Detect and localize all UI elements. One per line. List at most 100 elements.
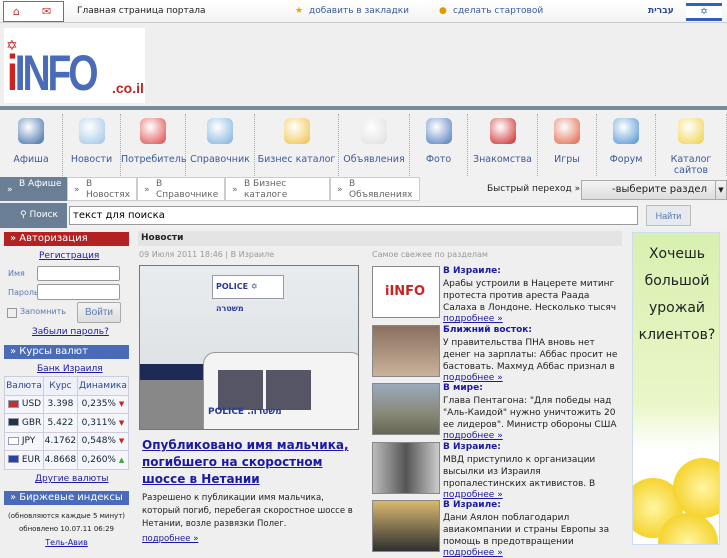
more-link[interactable]: подробнее » xyxy=(443,548,503,558)
israel-flag-icon[interactable]: ✡ xyxy=(686,3,722,21)
tel-aviv-link[interactable]: Тель-Авив xyxy=(4,538,129,547)
quick-nav-label: Быстрый переход » xyxy=(487,184,581,194)
nav-icon xyxy=(283,118,310,144)
news-category[interactable]: Ближний восток: xyxy=(443,325,532,335)
nav-icon xyxy=(361,118,387,144)
hebrew-link[interactable]: עברית xyxy=(648,6,674,16)
auth-header: » Авторизация xyxy=(4,232,129,246)
news-category[interactable]: В Израиле: xyxy=(443,442,501,452)
nav-item[interactable]: Каталог сайтов xyxy=(656,114,727,180)
down-arrow-icon: ▼ xyxy=(118,400,125,409)
news-text: МВД приступило к организации высылки из … xyxy=(443,454,596,489)
more-link[interactable]: подробнее » xyxy=(443,490,503,500)
news-thumbnail[interactable] xyxy=(372,324,440,377)
tab-classifieds[interactable]: » В Объявлениях xyxy=(330,177,420,201)
bank-israel-link[interactable]: Банк Израиля xyxy=(37,364,103,374)
nav-icon xyxy=(489,118,516,144)
news-text: Дани Аялон поблагодарил авиакомпании и с… xyxy=(443,513,610,547)
tab-afisha[interactable]: » В Афише xyxy=(0,177,67,201)
currency-row: JPY 4.1762 0,548% ▼ xyxy=(4,431,130,451)
nav-label: Потребитель xyxy=(121,154,187,165)
nav-label: Каталог сайтов xyxy=(670,154,712,176)
news-list-item: iINFO В Израиле: Арабы устроили в Нацерете… xyxy=(372,266,622,324)
news-summary: Разрешено к публикации имя мальчика, кот… xyxy=(142,493,353,529)
search-bar: ⚲ Поиск Найти xyxy=(0,203,727,228)
bookmark-link[interactable]: добавить в закладки xyxy=(309,6,409,16)
section-select-value: -выберите раздел xyxy=(612,184,707,195)
top-bar: ⌂ ✉ Главная страница портала ★ добавить … xyxy=(0,0,727,23)
nav-item[interactable]: Знакомства xyxy=(468,114,538,180)
news-list-item: Ближний восток: У правительства ПНА вновь… xyxy=(372,324,622,383)
flag-icon xyxy=(8,455,19,464)
name-input[interactable] xyxy=(37,266,120,281)
search-icon: ⚲ xyxy=(20,210,27,220)
news-meta: 09 Июля 2011 18:46 | В Израиле xyxy=(139,250,275,259)
nav-item[interactable]: Объявления xyxy=(339,114,410,180)
nav-item[interactable]: Бизнес каталог xyxy=(255,114,339,180)
register-link[interactable]: Регистрация xyxy=(39,251,99,261)
tab-news[interactable]: » В Новостях xyxy=(67,177,137,201)
logo-suffix: .co.il xyxy=(112,80,144,96)
indices-note: (обновляются каждые 5 минут) xyxy=(7,512,125,520)
nav-item[interactable]: Афиша xyxy=(0,114,63,180)
ad-text: Хочешь большой урожай клиентов? xyxy=(638,246,716,343)
section-select[interactable]: -выберите раздел ▼ xyxy=(581,180,727,200)
search-input[interactable] xyxy=(69,206,638,225)
nav-item[interactable]: Форум xyxy=(597,114,656,180)
flag-icon xyxy=(8,436,19,445)
nav-item[interactable]: Потребитель xyxy=(121,114,186,180)
more-link[interactable]: подробнее » xyxy=(443,314,503,324)
tab-directory[interactable]: » В Справочнике xyxy=(137,177,225,201)
home-icon[interactable]: ⌂ xyxy=(13,5,20,18)
tab-business-catalog[interactable]: » В Бизнес каталоге xyxy=(225,177,330,201)
nav-icon xyxy=(78,118,105,144)
currency-row: GBR 5.422 0,311% ▼ xyxy=(4,413,130,433)
nav-label: Объявления xyxy=(343,154,405,165)
nav-item[interactable]: Справочник xyxy=(186,114,255,180)
remember-checkbox[interactable] xyxy=(7,308,17,318)
news-category[interactable]: В мире: xyxy=(443,383,483,393)
news-thumbnail[interactable] xyxy=(372,500,440,552)
nav-label: Игры xyxy=(554,154,580,165)
nav-icon xyxy=(425,118,452,144)
search-label: Поиск xyxy=(29,210,58,220)
search-button[interactable]: Найти xyxy=(646,205,691,226)
nav-item[interactable]: Игры xyxy=(538,114,597,180)
more-link[interactable]: подробнее » xyxy=(443,431,503,441)
password-input[interactable] xyxy=(37,284,120,300)
news-thumbnail[interactable]: iINFO xyxy=(372,266,440,318)
news-thumbnail[interactable] xyxy=(372,441,440,494)
more-link[interactable]: подробнее » xyxy=(443,373,503,383)
currency-header: » Курсы валют xyxy=(4,345,129,359)
flag-icon xyxy=(8,418,19,427)
password-label: Пароль xyxy=(8,288,39,297)
nav-item[interactable]: Фото xyxy=(410,114,468,180)
forgot-password-link[interactable]: Забыли пароль? xyxy=(32,327,109,337)
start-page-link[interactable]: сделать стартовой xyxy=(453,6,543,16)
ad-banner[interactable]: Хочешь большой урожай клиентов? xyxy=(632,232,720,545)
nav-item[interactable]: Новости xyxy=(63,114,121,180)
col-header: Валюта xyxy=(4,376,44,396)
news-category[interactable]: В Израиле: xyxy=(443,266,501,276)
news-list-item: В Израиле: МВД приступило к организации в… xyxy=(372,441,622,500)
nav-icon xyxy=(678,118,704,144)
col-header: Динамика xyxy=(76,376,130,396)
home-page-link[interactable]: Главная страница портала xyxy=(77,6,206,16)
login-button[interactable]: Войти xyxy=(77,302,121,323)
indices-header: » Биржевые индексы xyxy=(4,491,129,505)
nav-label: Афиша xyxy=(13,154,49,165)
news-list-item: В Израиле: Дани Аялон поблагодарил авиако… xyxy=(372,500,622,558)
mail-icon[interactable]: ✉ xyxy=(42,5,51,18)
search-label-box: ⚲ Поиск xyxy=(0,203,67,228)
headline-link[interactable]: Опубликовано имя мальчика, погибшего на … xyxy=(142,437,357,488)
logo[interactable]: ✡ iINFO .co.il xyxy=(4,28,145,103)
star-icon: ★ xyxy=(295,6,304,16)
news-category[interactable]: В Израиле: xyxy=(443,500,501,510)
nav-icon xyxy=(554,118,580,144)
news-text: Глава Пентагона: "Для победы над "Аль-Ка… xyxy=(443,396,617,430)
nav-icon xyxy=(18,118,44,144)
more-link[interactable]: подробнее » xyxy=(142,534,198,544)
other-currencies-link[interactable]: Другие валюты xyxy=(35,474,109,484)
news-photo[interactable]: POLICE ✡ משטרה POLICE .משטרה xyxy=(139,265,359,430)
news-thumbnail[interactable] xyxy=(372,383,440,435)
